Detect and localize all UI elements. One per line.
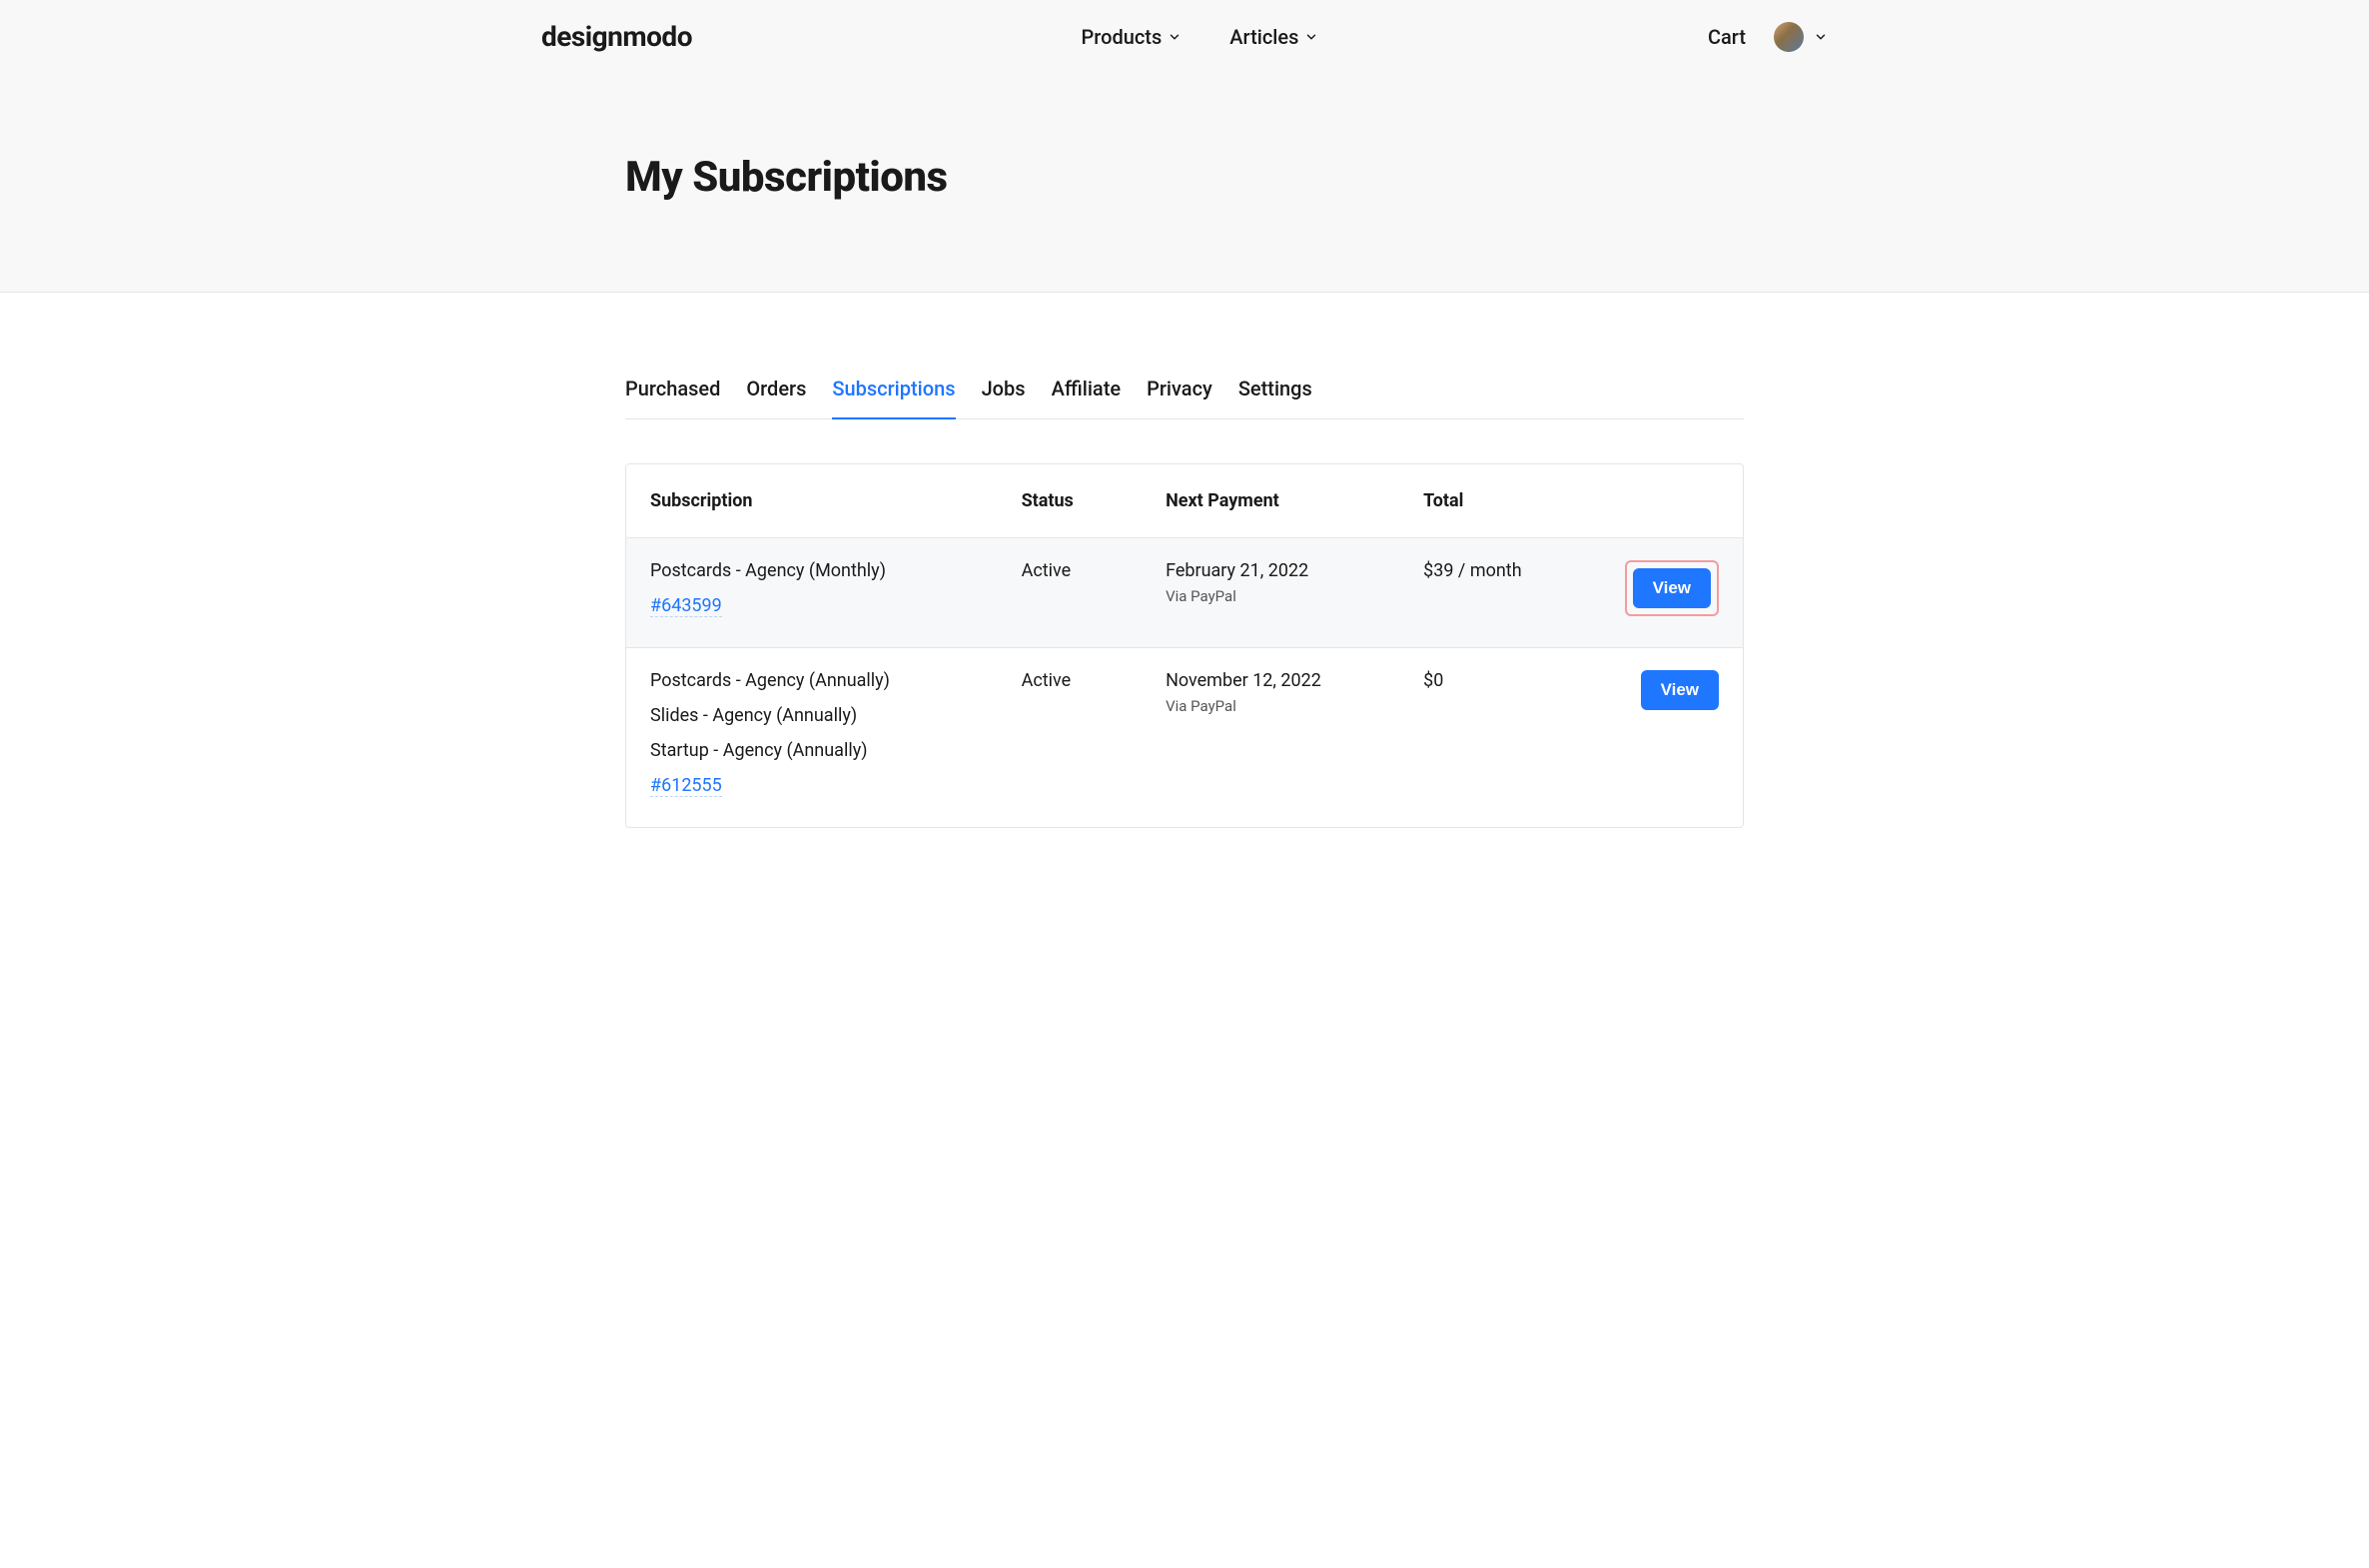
view-button[interactable]: View [1633,568,1711,608]
cell-next-payment: November 12, 2022 Via PayPal [1166,670,1411,715]
cell-status: Active [1022,560,1154,581]
cell-action: View [1624,560,1719,616]
content: Purchased Orders Subscriptions Jobs Affiliat… [625,293,1744,828]
table-row: Postcards - Agency (Monthly) #643599 Activ… [626,538,1743,648]
subscriptions-table: Subscription Status Next Payment Total P… [625,463,1744,828]
cell-total: $39 / month [1423,560,1612,581]
th-total: Total [1423,490,1612,511]
cell-subscription: Postcards - Agency (Monthly) #643599 [650,560,1010,617]
nav-articles[interactable]: Articles [1229,25,1318,49]
payment-method: Via PayPal [1166,697,1411,715]
tab-privacy[interactable]: Privacy [1147,377,1212,418]
tab-subscriptions[interactable]: Subscriptions [832,377,955,418]
subscription-name: Slides - Agency (Annually) [650,705,1010,726]
nav-center: Products Articles [692,25,1708,49]
subscription-id-link[interactable]: #612555 [650,775,722,797]
tab-purchased[interactable]: Purchased [625,377,720,418]
next-payment-date: February 21, 2022 [1166,560,1411,581]
th-subscription: Subscription [650,490,1010,511]
nav-articles-label: Articles [1229,25,1298,49]
chevron-down-icon [1304,30,1318,44]
cell-next-payment: February 21, 2022 Via PayPal [1166,560,1411,605]
tab-orders[interactable]: Orders [746,377,806,418]
page-title: My Subscriptions [625,153,1744,202]
cell-status: Active [1022,670,1154,691]
view-button-highlight: View [1625,560,1719,616]
tab-settings[interactable]: Settings [1238,377,1312,418]
table-row: Postcards - Agency (Annually) Slides - Ag… [626,648,1743,827]
subscription-id-link[interactable]: #643599 [650,595,722,617]
cell-subscription: Postcards - Agency (Annually) Slides - Ag… [650,670,1010,797]
next-payment-date: November 12, 2022 [1166,670,1411,691]
user-menu[interactable] [1774,22,1828,52]
table-header: Subscription Status Next Payment Total [626,464,1743,538]
chevron-down-icon [1168,30,1182,44]
tab-affiliate[interactable]: Affiliate [1052,377,1122,418]
avatar [1774,22,1804,52]
tab-jobs[interactable]: Jobs [982,377,1026,418]
view-button[interactable]: View [1641,670,1719,710]
nav-products[interactable]: Products [1082,25,1183,49]
header: designmodo Products Articles Cart [509,0,1860,73]
subscription-name: Postcards - Agency (Annually) [650,670,1010,691]
nav-products-label: Products [1082,25,1163,49]
hero: My Subscriptions [625,73,1744,292]
subscription-name: Postcards - Agency (Monthly) [650,560,1010,581]
cell-total: $0 [1423,670,1612,691]
th-next-payment: Next Payment [1166,490,1411,511]
chevron-down-icon [1814,30,1828,44]
th-status: Status [1022,490,1154,511]
nav-right: Cart [1708,22,1828,52]
subscription-name: Startup - Agency (Annually) [650,740,1010,761]
cart-link[interactable]: Cart [1708,25,1746,49]
payment-method: Via PayPal [1166,587,1411,605]
cell-action: View [1624,670,1719,710]
logo[interactable]: designmodo [541,20,692,53]
tabs: Purchased Orders Subscriptions Jobs Affiliat… [625,377,1744,419]
